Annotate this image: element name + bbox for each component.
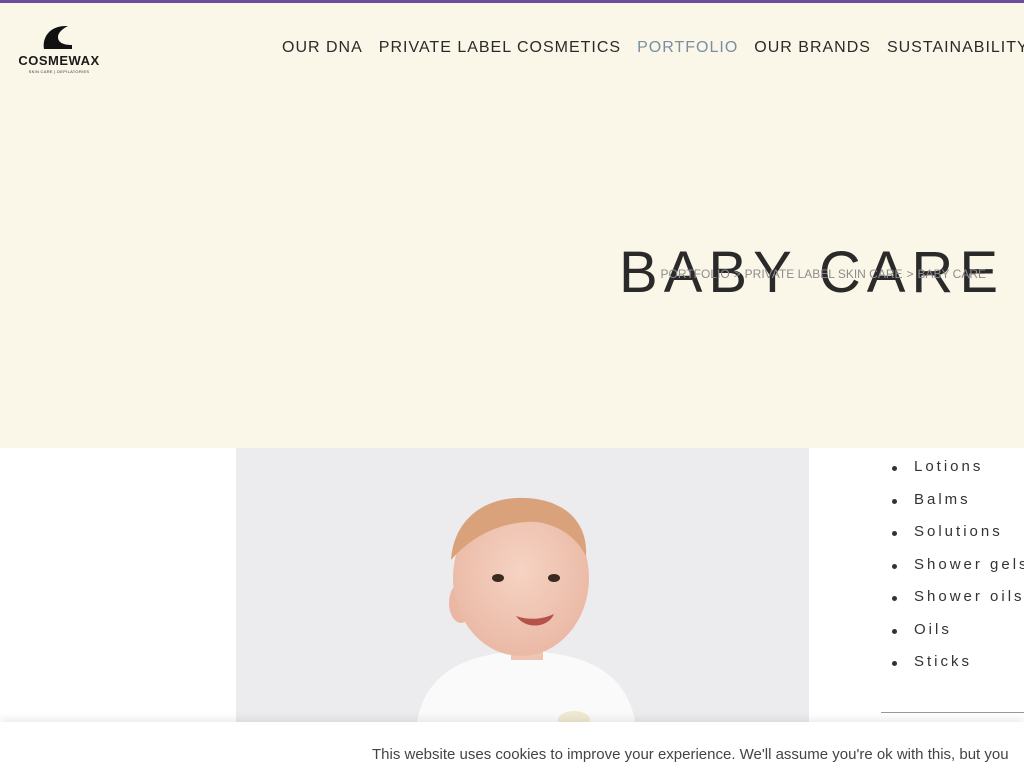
- nav-item-private-label-cosmetics[interactable]: PRIVATE LABEL COSMETICS: [379, 39, 621, 57]
- list-item: Shower gels: [890, 556, 1024, 589]
- main-nav: OUR DNA PRIVATE LABEL COSMETICS PORTFOLI…: [282, 39, 1024, 57]
- product-list: Lotions Balms Solutions Shower gels Show…: [890, 458, 1024, 686]
- brand-tagline: SKIN CARE | DEPILATORIES: [28, 69, 90, 74]
- cookie-message: This website uses cookies to improve you…: [372, 746, 1009, 763]
- hero-banner: BABY CARE PORTFOLIO > PRIVATE LABEL SKIN C…: [0, 100, 1024, 448]
- nav-item-our-dna[interactable]: OUR DNA: [282, 39, 363, 57]
- list-item: Shower oils: [890, 588, 1024, 621]
- list-item: Oils: [890, 621, 1024, 654]
- site-header: COSMEWAX SKIN CARE | DEPILATORIES OUR DN…: [0, 3, 1024, 100]
- baby-photo: [236, 448, 809, 728]
- list-item: Solutions: [890, 523, 1024, 556]
- breadcrumb-private-label-skin-care[interactable]: PRIVATE LABEL SKIN CARE: [745, 267, 903, 281]
- brand-name: COSMEWAX: [18, 53, 100, 68]
- list-item: Balms: [890, 491, 1024, 524]
- breadcrumb-separator: >: [906, 267, 914, 281]
- content-section: Lotions Balms Solutions Shower gels Show…: [0, 448, 1024, 768]
- divider: [881, 712, 1024, 713]
- nav-item-portfolio[interactable]: PORTFOLIO: [637, 39, 738, 57]
- list-item: Sticks: [890, 653, 1024, 686]
- cookie-banner: This website uses cookies to improve you…: [0, 722, 1024, 768]
- breadcrumb-portfolio[interactable]: PORTFOLIO: [661, 267, 730, 281]
- breadcrumb-current: BABY CARE: [917, 267, 986, 281]
- wave-logo-icon: [43, 25, 72, 49]
- cosmewax-logo[interactable]: COSMEWAX SKIN CARE | DEPILATORIES: [18, 23, 100, 79]
- nav-item-sustainability[interactable]: SUSTAINABILITY: [887, 39, 1024, 57]
- breadcrumb-separator: >: [733, 267, 741, 281]
- breadcrumb: PORTFOLIO > PRIVATE LABEL SKIN CARE > BABY C…: [661, 267, 986, 281]
- nav-item-our-brands[interactable]: OUR BRANDS: [754, 39, 871, 57]
- baby-photo-illustration: [236, 448, 809, 728]
- list-item: Lotions: [890, 458, 1024, 491]
